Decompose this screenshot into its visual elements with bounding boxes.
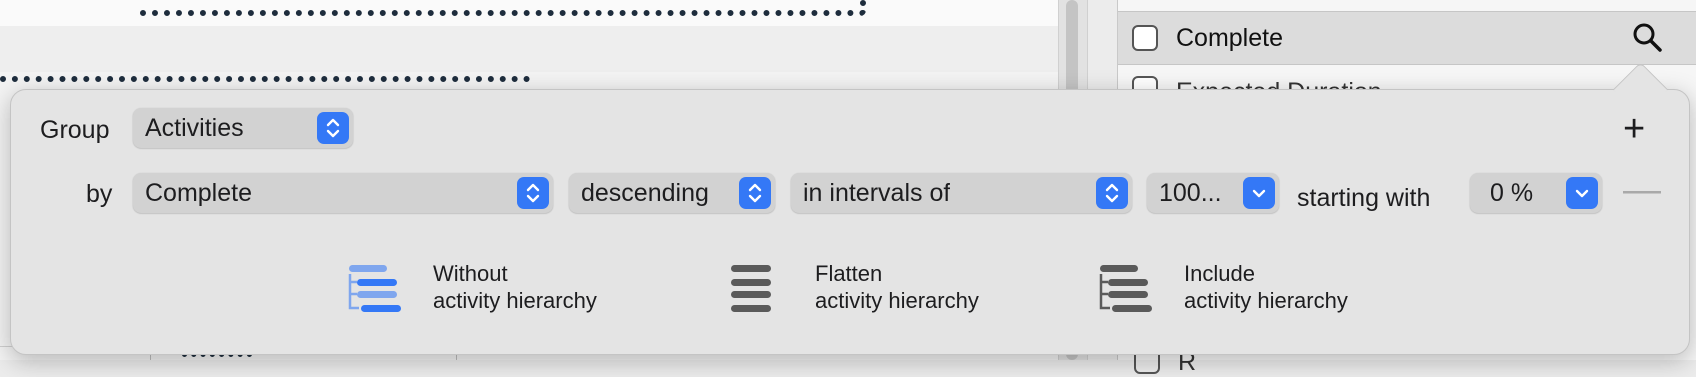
field-list-row-label: Complete [1176, 23, 1283, 52]
group-field-value: Complete [145, 179, 252, 207]
sort-order-popup[interactable]: descending [569, 173, 775, 213]
start-value-combo[interactable]: 0 % [1470, 173, 1602, 213]
chevron-updown-icon [517, 177, 549, 209]
option-label-line2: activity hierarchy [815, 288, 979, 313]
option-label: Without activity hierarchy [433, 260, 597, 314]
chevron-updown-icon [1096, 177, 1128, 209]
search-icon[interactable] [1632, 22, 1662, 52]
group-popup-value: Activities [145, 114, 244, 142]
sort-order-value: descending [581, 179, 709, 207]
chevron-updown-icon [739, 177, 771, 209]
option-label: Flatten activity hierarchy [815, 260, 979, 314]
complete-checkbox[interactable] [1132, 25, 1158, 51]
group-field-popup[interactable]: Complete [133, 173, 553, 213]
option-label-line2: activity hierarchy [433, 288, 597, 313]
hierarchy-include-icon [1099, 265, 1152, 312]
interval-mode-value: in intervals of [803, 179, 951, 207]
option-label-line1: Without [433, 261, 508, 286]
gantt-dotted-bar [0, 76, 530, 88]
option-without-hierarchy[interactable]: Without activity hierarchy [347, 256, 647, 316]
option-label-line1: Include [1184, 261, 1255, 286]
add-rule-button[interactable]: + [1623, 110, 1645, 148]
field-list-row-complete[interactable]: Complete [1118, 11, 1696, 65]
remove-rule-button[interactable]: — [1623, 171, 1661, 209]
chevron-down-icon[interactable] [1243, 177, 1275, 209]
option-label: Include activity hierarchy [1184, 260, 1348, 314]
gantt-dotted-bar [140, 0, 866, 16]
gantt-row-band [0, 26, 1058, 72]
by-label: by [86, 180, 113, 208]
start-value: 0 % [1490, 179, 1534, 207]
option-label-line1: Flatten [815, 261, 883, 286]
chevron-updown-icon [317, 112, 349, 144]
group-label: Group [40, 116, 110, 144]
interval-mode-popup[interactable]: in intervals of [791, 173, 1132, 213]
interval-value: 100... [1159, 179, 1222, 207]
starting-with-label: starting with [1297, 184, 1431, 212]
group-popup[interactable]: Activities [133, 108, 353, 148]
interval-value-combo[interactable]: 100... [1147, 173, 1279, 213]
option-flatten-hierarchy[interactable]: Flatten activity hierarchy [729, 256, 1029, 316]
chevron-down-icon[interactable] [1566, 177, 1598, 209]
option-include-hierarchy[interactable]: Include activity hierarchy [1098, 256, 1398, 316]
option-label-line2: activity hierarchy [1184, 288, 1348, 313]
hierarchy-without-icon [348, 265, 401, 312]
hierarchy-flatten-icon [731, 265, 771, 312]
